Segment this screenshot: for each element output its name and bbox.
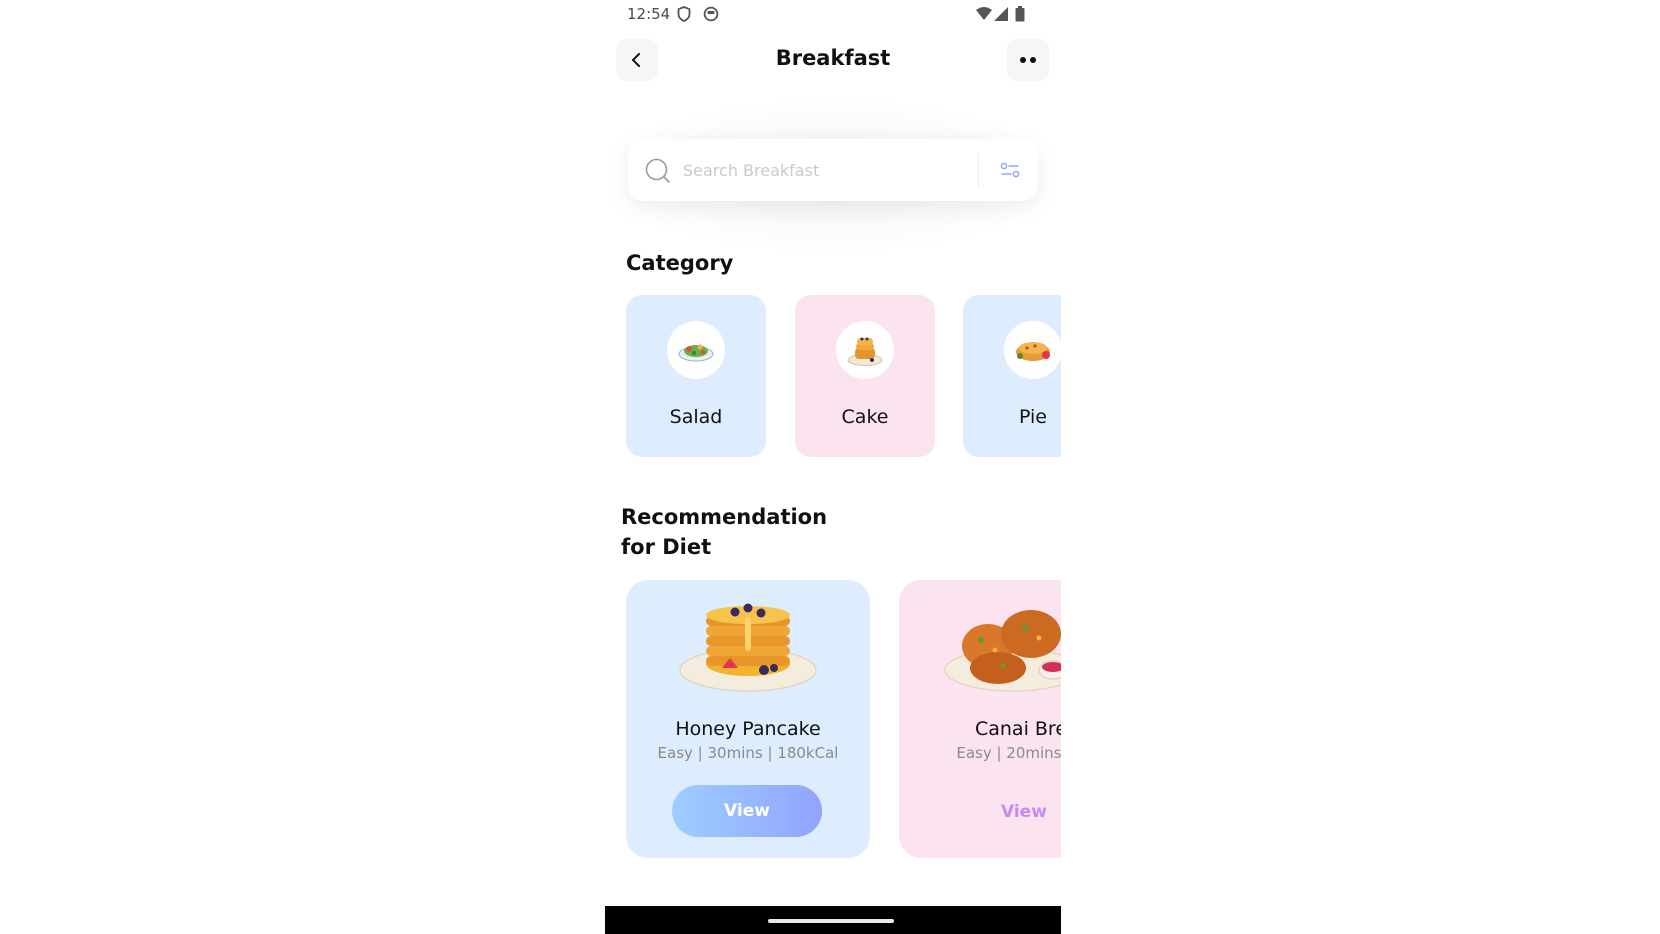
recipe-meta: Easy | 30mins | 180kCal <box>657 744 839 762</box>
cake-icon <box>836 321 894 379</box>
bread-image <box>943 598 1061 702</box>
category-card-cake[interactable]: Cake <box>795 295 935 457</box>
category-label: Salad <box>669 406 723 428</box>
recommendation-heading: Recommendation for Diet <box>621 502 861 562</box>
category-label: Pie <box>1018 406 1047 428</box>
battery-icon <box>1015 6 1025 26</box>
recipe-name: Honey Pancake <box>675 718 821 740</box>
search-divider <box>978 153 979 187</box>
recipe-meta: Easy | 20mins | 2 <box>956 744 1061 762</box>
navigation-bar <box>605 906 1061 934</box>
wifi-icon <box>975 6 993 26</box>
search-icon <box>645 158 671 188</box>
salad-icon <box>667 321 725 379</box>
category-heading: Category <box>626 251 734 275</box>
status-bar: 12:54 <box>605 0 1061 28</box>
view-button[interactable]: View <box>1001 802 1047 822</box>
pancake-image <box>678 598 818 702</box>
home-indicator[interactable] <box>768 919 894 923</box>
filter-icon <box>1000 162 1020 178</box>
category-card-salad[interactable]: Salad <box>626 295 766 457</box>
phone-screen: 12:54 Breakfast Search Breakfast Categor… <box>605 0 1061 934</box>
recommendation-heading-line1: Recommendation <box>621 505 828 529</box>
pie-icon <box>1004 321 1061 379</box>
status-time: 12:54 <box>627 5 671 23</box>
filter-button[interactable] <box>990 153 1030 187</box>
category-card-pie[interactable]: Pie <box>963 295 1061 457</box>
category-label: Cake <box>841 406 889 428</box>
more-dots-icon <box>1020 57 1036 63</box>
recommendation-heading-line2: for Diet <box>621 535 712 559</box>
shield-icon <box>677 6 691 26</box>
more-options-button[interactable] <box>1007 39 1049 81</box>
face-icon <box>703 6 719 26</box>
view-button[interactable]: View <box>672 785 822 837</box>
recommendation-card-honey-pancake[interactable]: Honey Pancake Easy | 30mins | 180kCal Vi… <box>626 580 870 858</box>
search-bar[interactable] <box>628 139 1038 201</box>
search-input[interactable] <box>683 157 953 183</box>
recommendation-card-canai-bread[interactable]: Canai Bre Easy | 20mins | 2 View <box>899 580 1061 858</box>
recipe-name: Canai Bre <box>974 718 1061 740</box>
page-title: Breakfast <box>775 46 891 70</box>
signal-icon <box>993 6 1009 26</box>
